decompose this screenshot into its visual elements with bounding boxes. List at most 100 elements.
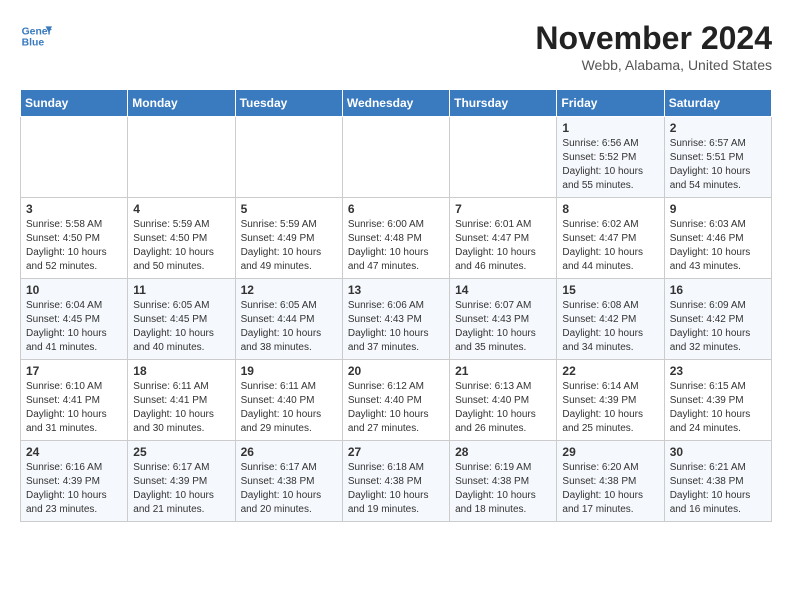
- day-of-week-header: Thursday: [450, 90, 557, 117]
- calendar-cell: 4 Sunrise: 5:59 AM Sunset: 4:50 PM Daylig…: [128, 198, 235, 279]
- calendar-cell: 13 Sunrise: 6:06 AM Sunset: 4:43 PM Dayli…: [342, 279, 449, 360]
- calendar-cell: 30 Sunrise: 6:21 AM Sunset: 4:38 PM Dayli…: [664, 441, 771, 522]
- calendar-cell: 28 Sunrise: 6:19 AM Sunset: 4:38 PM Dayli…: [450, 441, 557, 522]
- cell-info: Sunrise: 6:18 AM Sunset: 4:38 PM Dayligh…: [348, 461, 444, 517]
- calendar-week: 10Sunrise: 6:04 AM Sunset: 4:45 PM Dayli…: [21, 279, 772, 360]
- cell-info: Sunrise: 6:21 AM Sunset: 4:38 PM Dayligh…: [670, 461, 766, 517]
- cell-info: Sunrise: 6:16 AM Sunset: 4:39 PM Dayligh…: [26, 461, 122, 517]
- calendar-week: 3 Sunrise: 5:58 AM Sunset: 4:50 PM Daylig…: [21, 198, 772, 279]
- day-number: 24: [26, 445, 122, 459]
- cell-info: Sunrise: 6:20 AM Sunset: 4:38 PM Dayligh…: [562, 461, 658, 517]
- cell-info: Sunrise: 6:56 AM Sunset: 5:52 PM Dayligh…: [562, 137, 658, 193]
- calendar-cell: 29 Sunrise: 6:20 AM Sunset: 4:38 PM Dayli…: [557, 441, 664, 522]
- day-of-week-header: Sunday: [21, 90, 128, 117]
- cell-info: Sunrise: 6:19 AM Sunset: 4:38 PM Dayligh…: [455, 461, 551, 517]
- cell-info: Sunrise: 6:07 AM Sunset: 4:43 PM Dayligh…: [455, 299, 551, 355]
- header: General Blue November 2024 Webb, Alabama…: [20, 20, 772, 73]
- day-number: 16: [670, 283, 766, 297]
- cell-info: Sunrise: 6:04 AM Sunset: 4:45 PM Dayligh…: [26, 299, 122, 355]
- calendar-week: 24 Sunrise: 6:16 AM Sunset: 4:39 PM Dayli…: [21, 441, 772, 522]
- day-of-week-header: Tuesday: [235, 90, 342, 117]
- calendar-cell: 10Sunrise: 6:04 AM Sunset: 4:45 PM Dayli…: [21, 279, 128, 360]
- calendar-cell: 5 Sunrise: 5:59 AM Sunset: 4:49 PM Daylig…: [235, 198, 342, 279]
- cell-info: Sunrise: 6:06 AM Sunset: 4:43 PM Dayligh…: [348, 299, 444, 355]
- calendar-week: 17 Sunrise: 6:10 AM Sunset: 4:41 PM Dayli…: [21, 360, 772, 441]
- day-of-week-header: Monday: [128, 90, 235, 117]
- calendar-cell: 14Sunrise: 6:07 AM Sunset: 4:43 PM Dayli…: [450, 279, 557, 360]
- day-number: 30: [670, 445, 766, 459]
- day-number: 26: [241, 445, 337, 459]
- cell-info: Sunrise: 6:15 AM Sunset: 4:39 PM Dayligh…: [670, 380, 766, 436]
- day-number: 19: [241, 364, 337, 378]
- svg-text:Blue: Blue: [22, 38, 45, 49]
- cell-info: Sunrise: 5:59 AM Sunset: 4:49 PM Dayligh…: [241, 218, 337, 274]
- day-of-week-header: Saturday: [664, 90, 771, 117]
- day-number: 8: [562, 202, 658, 216]
- calendar-cell: 22Sunrise: 6:14 AM Sunset: 4:39 PM Dayli…: [557, 360, 664, 441]
- cell-info: Sunrise: 6:11 AM Sunset: 4:40 PM Dayligh…: [241, 380, 337, 436]
- calendar-cell: 16Sunrise: 6:09 AM Sunset: 4:42 PM Dayli…: [664, 279, 771, 360]
- day-number: 9: [670, 202, 766, 216]
- calendar-cell: 1 Sunrise: 6:56 AM Sunset: 5:52 PM Daylig…: [557, 117, 664, 198]
- day-number: 28: [455, 445, 551, 459]
- day-of-week-header: Wednesday: [342, 90, 449, 117]
- day-number: 29: [562, 445, 658, 459]
- day-number: 11: [133, 283, 229, 297]
- day-number: 5: [241, 202, 337, 216]
- calendar-cell: 17 Sunrise: 6:10 AM Sunset: 4:41 PM Dayli…: [21, 360, 128, 441]
- day-number: 3: [26, 202, 122, 216]
- cell-info: Sunrise: 5:59 AM Sunset: 4:50 PM Dayligh…: [133, 218, 229, 274]
- day-number: 27: [348, 445, 444, 459]
- calendar-cell: 9 Sunrise: 6:03 AM Sunset: 4:46 PM Daylig…: [664, 198, 771, 279]
- calendar-cell: 23 Sunrise: 6:15 AM Sunset: 4:39 PM Dayli…: [664, 360, 771, 441]
- calendar-cell: [235, 117, 342, 198]
- cell-info: Sunrise: 6:11 AM Sunset: 4:41 PM Dayligh…: [133, 380, 229, 436]
- cell-info: Sunrise: 5:58 AM Sunset: 4:50 PM Dayligh…: [26, 218, 122, 274]
- month-title: November 2024: [535, 20, 772, 57]
- calendar-cell: [342, 117, 449, 198]
- logo-icon: General Blue: [20, 20, 52, 52]
- calendar-cell: 26 Sunrise: 6:17 AM Sunset: 4:38 PM Dayli…: [235, 441, 342, 522]
- cell-info: Sunrise: 6:57 AM Sunset: 5:51 PM Dayligh…: [670, 137, 766, 193]
- calendar-cell: 18 Sunrise: 6:11 AM Sunset: 4:41 PM Dayli…: [128, 360, 235, 441]
- calendar-header: SundayMondayTuesdayWednesdayThursdayFrid…: [21, 90, 772, 117]
- day-number: 17: [26, 364, 122, 378]
- day-number: 23: [670, 364, 766, 378]
- calendar-cell: 6Sunrise: 6:00 AM Sunset: 4:48 PM Daylig…: [342, 198, 449, 279]
- cell-info: Sunrise: 6:17 AM Sunset: 4:38 PM Dayligh…: [241, 461, 337, 517]
- calendar-cell: 21 Sunrise: 6:13 AM Sunset: 4:40 PM Dayli…: [450, 360, 557, 441]
- calendar-cell: 20 Sunrise: 6:12 AM Sunset: 4:40 PM Dayli…: [342, 360, 449, 441]
- cell-info: Sunrise: 6:05 AM Sunset: 4:45 PM Dayligh…: [133, 299, 229, 355]
- cell-info: Sunrise: 6:12 AM Sunset: 4:40 PM Dayligh…: [348, 380, 444, 436]
- day-number: 18: [133, 364, 229, 378]
- day-number: 13: [348, 283, 444, 297]
- calendar-cell: 25Sunrise: 6:17 AM Sunset: 4:39 PM Dayli…: [128, 441, 235, 522]
- cell-info: Sunrise: 6:13 AM Sunset: 4:40 PM Dayligh…: [455, 380, 551, 436]
- cell-info: Sunrise: 6:03 AM Sunset: 4:46 PM Dayligh…: [670, 218, 766, 274]
- cell-info: Sunrise: 6:08 AM Sunset: 4:42 PM Dayligh…: [562, 299, 658, 355]
- calendar-cell: [450, 117, 557, 198]
- cell-info: Sunrise: 6:14 AM Sunset: 4:39 PM Dayligh…: [562, 380, 658, 436]
- day-number: 15: [562, 283, 658, 297]
- location: Webb, Alabama, United States: [535, 57, 772, 73]
- cell-info: Sunrise: 6:00 AM Sunset: 4:48 PM Dayligh…: [348, 218, 444, 274]
- day-number: 4: [133, 202, 229, 216]
- day-of-week-header: Friday: [557, 90, 664, 117]
- calendar-cell: 27 Sunrise: 6:18 AM Sunset: 4:38 PM Dayli…: [342, 441, 449, 522]
- cell-info: Sunrise: 6:02 AM Sunset: 4:47 PM Dayligh…: [562, 218, 658, 274]
- day-number: 1: [562, 121, 658, 135]
- day-number: 12: [241, 283, 337, 297]
- calendar-table: SundayMondayTuesdayWednesdayThursdayFrid…: [20, 89, 772, 522]
- cell-info: Sunrise: 6:01 AM Sunset: 4:47 PM Dayligh…: [455, 218, 551, 274]
- day-number: 21: [455, 364, 551, 378]
- calendar-week: 1 Sunrise: 6:56 AM Sunset: 5:52 PM Daylig…: [21, 117, 772, 198]
- calendar-cell: [21, 117, 128, 198]
- day-number: 20: [348, 364, 444, 378]
- cell-info: Sunrise: 6:05 AM Sunset: 4:44 PM Dayligh…: [241, 299, 337, 355]
- cell-info: Sunrise: 6:17 AM Sunset: 4:39 PM Dayligh…: [133, 461, 229, 517]
- title-area: November 2024 Webb, Alabama, United Stat…: [535, 20, 772, 73]
- day-number: 7: [455, 202, 551, 216]
- calendar-cell: [128, 117, 235, 198]
- cell-info: Sunrise: 6:10 AM Sunset: 4:41 PM Dayligh…: [26, 380, 122, 436]
- day-number: 2: [670, 121, 766, 135]
